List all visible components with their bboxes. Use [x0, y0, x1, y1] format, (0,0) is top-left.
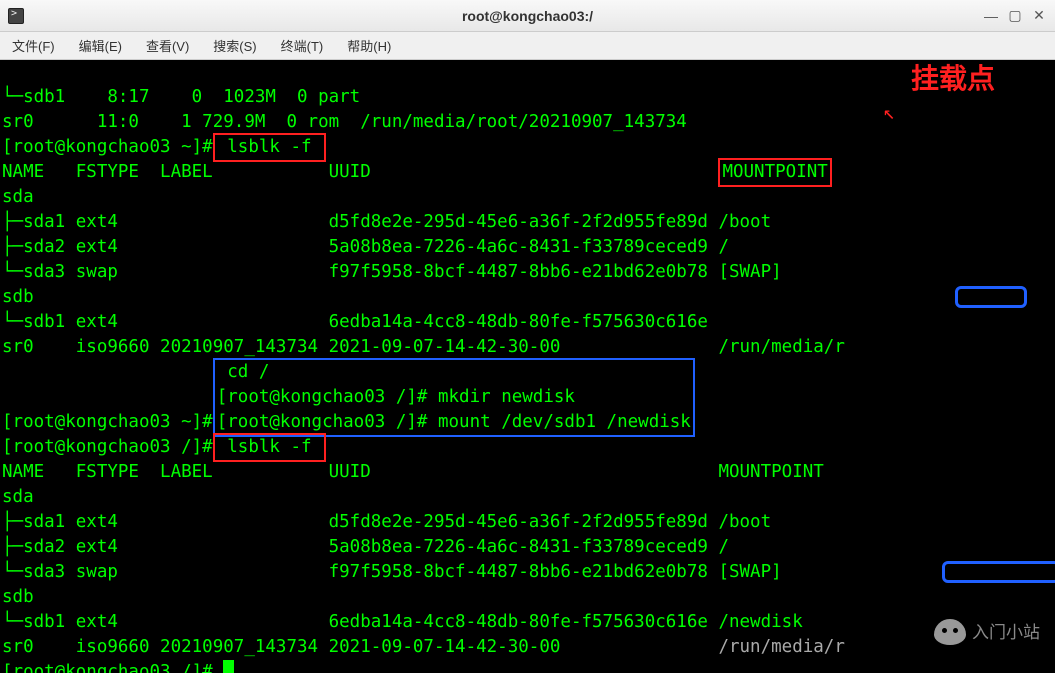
terminal-icon: [8, 8, 24, 24]
watermark-text: 入门小站: [972, 620, 1040, 645]
highlighted-command-red: lsblk -f: [213, 433, 326, 462]
highlighted-header-red: MOUNTPOINT: [718, 158, 831, 187]
output-line: └─sdb1 ext4 6edba14a-4cc8-48db-80fe-f575…: [2, 612, 708, 632]
prompt: [root@kongchao03 /]#: [217, 412, 428, 432]
prompt: [root@kongchao03 /]#: [2, 437, 213, 457]
command-text: lsblk -f: [217, 437, 322, 457]
header-mountpoint: MOUNTPOINT: [722, 162, 827, 182]
output-line: └─sdb1 ext4 6edba14a-4cc8-48db-80fe-f575…: [2, 312, 718, 332]
prompt: [root@kongchao03 ~]#: [2, 137, 213, 157]
menu-view[interactable]: 查看(V): [140, 33, 195, 58]
maximize-button[interactable]: ▢: [1007, 8, 1023, 24]
menu-search[interactable]: 搜索(S): [207, 33, 262, 58]
highlight-box-empty-blue: [955, 286, 1027, 308]
output-line: sda: [2, 487, 34, 507]
prompt: [root@kongchao03 ~]#: [2, 412, 213, 432]
window-title: root@kongchao03:/: [108, 8, 947, 24]
output-line: sr0 iso9660 20210907_143734 2021-09-07-1…: [2, 637, 718, 657]
prompt: [root@kongchao03 /]#: [217, 387, 428, 407]
titlebar: root@kongchao03:/ — ▢ ✕: [0, 0, 1055, 32]
menu-help[interactable]: 帮助(H): [341, 33, 397, 58]
menu-terminal[interactable]: 终端(T): [275, 33, 330, 58]
output-line: └─sda3 swap f97f5958-8bcf-4487-8bb6-e21b…: [2, 262, 782, 282]
arrow-icon: ↖: [883, 100, 895, 125]
output-line: sda: [2, 187, 34, 207]
menu-edit[interactable]: 编辑(E): [73, 33, 128, 58]
output-line: ├─sda2 ext4 5a08b8ea-7226-4a6c-8431-f337…: [2, 237, 729, 257]
output-line: ├─sda2 ext4 5a08b8ea-7226-4a6c-8431-f337…: [2, 537, 729, 557]
menu-file[interactable]: 文件(F): [6, 33, 61, 58]
watermark-icon: [934, 619, 966, 645]
minimize-button[interactable]: —: [983, 8, 999, 24]
output-header: NAME FSTYPE LABEL UUID: [2, 162, 718, 182]
highlighted-command-blue: cd / [root@kongchao03 /]# mkdir newdisk …: [213, 358, 695, 437]
output-mount: /newdisk: [708, 612, 803, 632]
output-line: ├─sda1 ext4 d5fd8e2e-295d-45e6-a36f-2f2d…: [2, 512, 771, 532]
output-line: └─sdb1 8:17 0 1023M 0 part: [2, 87, 360, 107]
output-header: NAME FSTYPE LABEL UUID MOUNTPOINT: [2, 462, 824, 482]
output-mount-dim: /run/media/r: [718, 637, 844, 657]
command-text: mount /dev/sdb1 /newdisk: [427, 412, 690, 432]
spacer: [213, 662, 224, 673]
output-line: sdb: [2, 587, 34, 607]
terminal-output[interactable]: └─sdb1 8:17 0 1023M 0 part sr0 11:0 1 72…: [0, 60, 1055, 673]
output-line: └─sda3 swap f97f5958-8bcf-4487-8bb6-e21b…: [2, 562, 782, 582]
highlighted-command-red: lsblk -f: [213, 133, 326, 162]
command-text: mkdir newdisk: [427, 387, 638, 407]
highlight-box-newdisk-blue: [942, 561, 1055, 583]
watermark: 入门小站: [934, 619, 1040, 645]
close-button[interactable]: ✕: [1031, 8, 1047, 24]
output-line: sr0 iso9660 20210907_143734 2021-09-07-1…: [2, 337, 845, 357]
prompt: [root@kongchao03 /]#: [2, 662, 213, 673]
command-text: lsblk -f: [217, 137, 322, 157]
menubar: 文件(F) 编辑(E) 查看(V) 搜索(S) 终端(T) 帮助(H): [0, 32, 1055, 60]
command-text: cd /: [217, 362, 428, 382]
output-line: sr0 11:0 1 729.9M 0 rom /run/media/root/…: [2, 112, 687, 132]
cursor: [223, 660, 234, 673]
output-line: sdb: [2, 287, 34, 307]
output-line: ├─sda1 ext4 d5fd8e2e-295d-45e6-a36f-2f2d…: [2, 212, 771, 232]
annotation-mountpoint: 挂载点: [911, 66, 995, 91]
